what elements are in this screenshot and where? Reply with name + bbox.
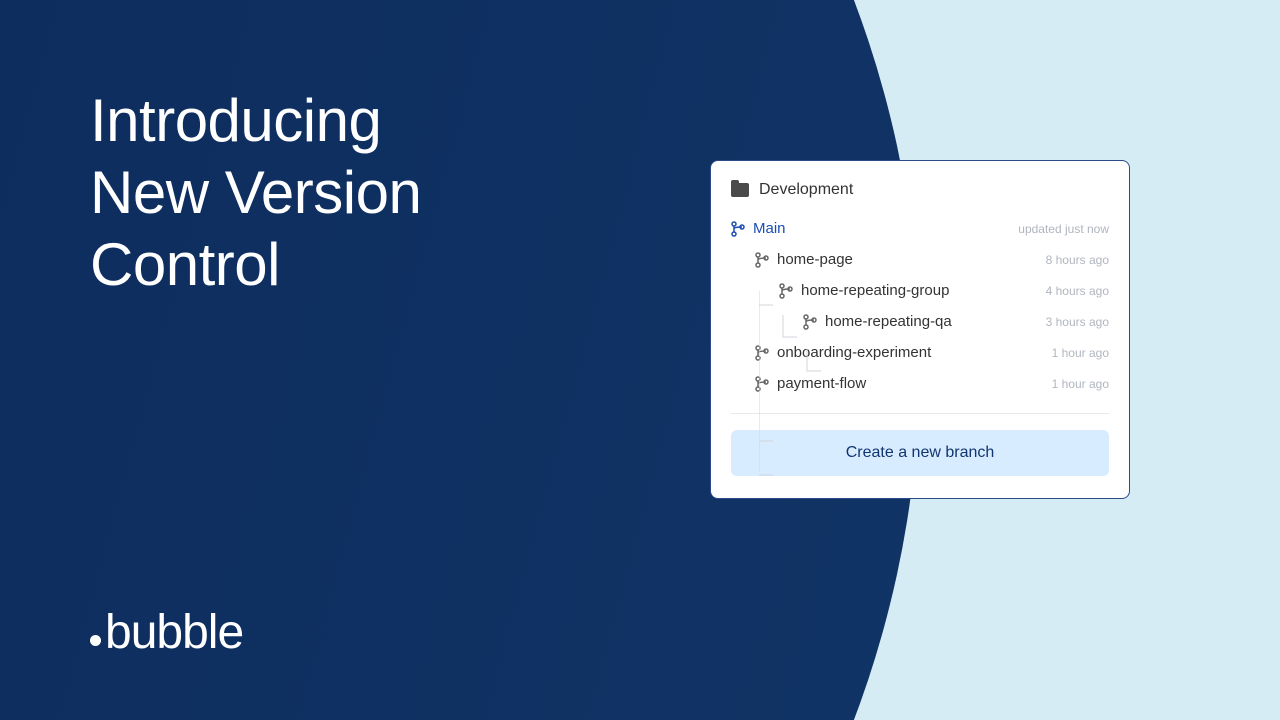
branch-icon — [779, 283, 793, 299]
branch-name: onboarding-experiment — [777, 344, 931, 361]
create-branch-button[interactable]: Create a new branch — [731, 430, 1109, 476]
headline: Introducing New Version Control — [90, 85, 421, 301]
branch-home-repeating-group[interactable]: home-repeating-group 4 hours ago — [731, 275, 1109, 306]
branch-time: 3 hours ago — [1046, 315, 1109, 329]
folder-icon — [731, 183, 749, 197]
branch-name: home-repeating-group — [801, 282, 949, 299]
branch-home-repeating-qa[interactable]: home-repeating-qa 3 hours ago — [731, 306, 1109, 337]
branch-time: 1 hour ago — [1052, 346, 1109, 360]
branch-time: 8 hours ago — [1046, 253, 1109, 267]
branch-main[interactable]: Main updated just now — [731, 213, 1109, 244]
headline-line-1: Introducing — [90, 85, 421, 157]
section-header: Development — [731, 181, 1109, 199]
branch-time: 1 hour ago — [1052, 377, 1109, 391]
branch-name: Main — [753, 220, 786, 237]
section-title: Development — [759, 181, 853, 199]
branch-name: payment-flow — [777, 375, 866, 392]
branch-time: updated just now — [1018, 222, 1109, 236]
branch-icon — [731, 221, 745, 237]
branch-name: home-repeating-qa — [825, 313, 952, 330]
headline-line-3: Control — [90, 229, 421, 301]
branch-home-page[interactable]: home-page 8 hours ago — [731, 244, 1109, 275]
branch-name: home-page — [777, 251, 853, 268]
branch-list: Main updated just now home-page 8 hours … — [731, 213, 1109, 399]
branch-icon — [755, 252, 769, 268]
branch-payment-flow[interactable]: payment-flow 1 hour ago — [731, 368, 1109, 399]
headline-line-2: New Version — [90, 157, 421, 229]
logo-dot-icon — [90, 635, 101, 646]
divider — [731, 413, 1109, 414]
branch-onboarding-experiment[interactable]: onboarding-experiment 1 hour ago — [731, 337, 1109, 368]
branch-icon — [755, 345, 769, 361]
bubble-logo: bubble — [90, 605, 243, 660]
version-control-panel: Development Main updated just now — [710, 160, 1130, 499]
branch-icon — [755, 376, 769, 392]
branch-icon — [803, 314, 817, 330]
branch-time: 4 hours ago — [1046, 284, 1109, 298]
logo-text: bubble — [105, 605, 243, 660]
